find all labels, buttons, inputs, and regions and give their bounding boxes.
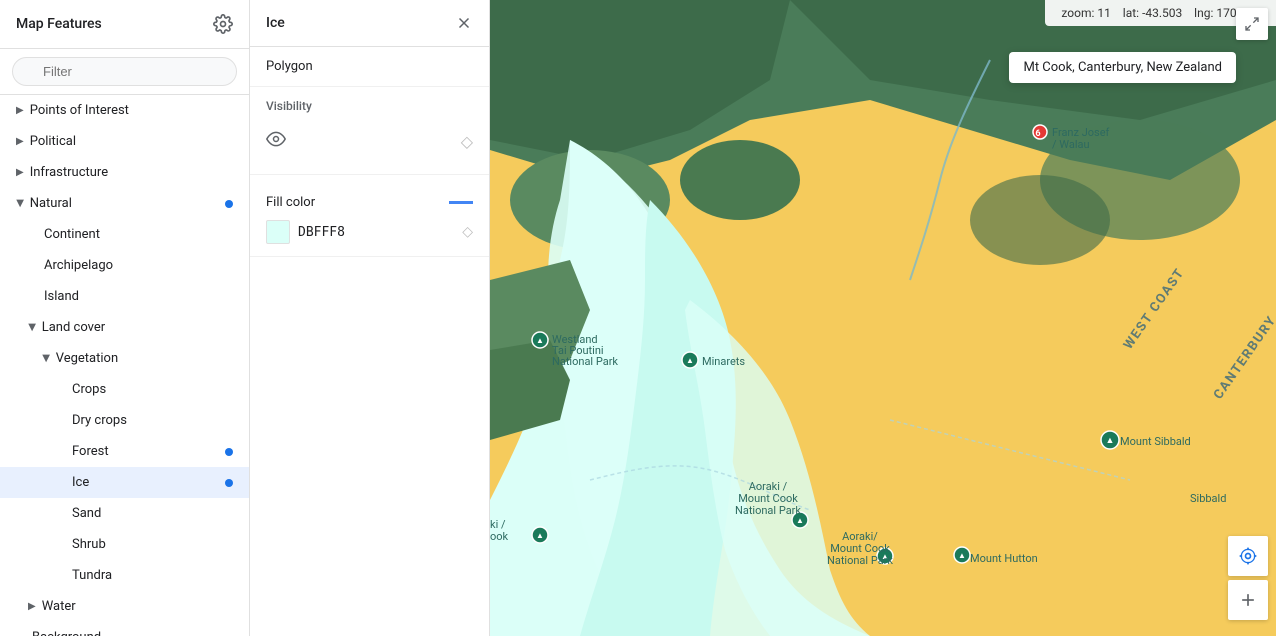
sidebar-item-vegetation[interactable]: ▶ Vegetation — [0, 343, 249, 374]
sidebar-header: Map Features — [0, 0, 249, 49]
map-tooltip: Mt Cook, Canterbury, New Zealand — [1009, 52, 1236, 83]
sidebar-item-sand[interactable]: Sand — [0, 498, 249, 529]
chevron-icon: ▶ — [40, 355, 51, 363]
filter-input[interactable] — [12, 57, 237, 86]
svg-text:▲: ▲ — [536, 336, 544, 345]
active-dot — [225, 479, 233, 487]
sidebar-item-infrastructure[interactable]: ▶ Infrastructure — [0, 157, 249, 188]
color-swatch-row[interactable]: DBFFF8 ◇ — [266, 220, 473, 244]
chevron-icon: ▶ — [16, 105, 24, 116]
svg-text:National Park: National Park — [552, 355, 618, 368]
visibility-label: Visibility — [266, 99, 473, 113]
sidebar-item-background[interactable]: Background — [0, 622, 249, 636]
sidebar-item-label: Dry crops — [72, 413, 233, 428]
sidebar-item-label: Water — [42, 599, 233, 614]
sidebar-item-label: Shrub — [72, 537, 233, 552]
sidebar-item-crops[interactable]: Crops — [0, 374, 249, 405]
diamond-visibility-icon[interactable]: ◇ — [461, 132, 473, 151]
sidebar-item-ice[interactable]: Ice — [0, 467, 249, 498]
sidebar-item-label: Land cover — [42, 320, 233, 335]
eye-icon[interactable] — [266, 129, 286, 154]
detail-header: Ice — [250, 0, 489, 47]
sidebar-item-archipelago[interactable]: Archipelago — [0, 250, 249, 281]
lat-value: -43.503 — [1142, 6, 1182, 20]
detail-panel: Ice Polygon Visibility ◇ Fill color DBFF… — [250, 0, 490, 636]
fill-color-section: Fill color DBFFF8 ◇ — [250, 175, 489, 257]
sidebar-item-label: Points of Interest — [30, 103, 233, 118]
sidebar-item-water[interactable]: ▶ Water — [0, 591, 249, 622]
nav-list: ▶ Points of Interest ▶ Political ▶ Infrastruc… — [0, 95, 249, 636]
svg-text:▲: ▲ — [958, 551, 966, 560]
svg-text:/ Walau: / Walau — [1052, 138, 1090, 151]
sidebar-item-label: Political — [30, 134, 233, 149]
diamond-fill-icon[interactable]: ◇ — [462, 224, 473, 240]
visibility-section: Visibility ◇ — [250, 87, 489, 175]
zoom-label: zoom: — [1061, 6, 1094, 20]
sidebar-item-label: Sand — [72, 506, 233, 521]
sidebar-item-land-cover[interactable]: ▶ Land cover — [0, 312, 249, 343]
zoom-in-button[interactable] — [1228, 580, 1268, 620]
sidebar-item-island[interactable]: Island — [0, 281, 249, 312]
lng-label: lng: — [1194, 6, 1213, 20]
svg-text:▲: ▲ — [796, 516, 804, 525]
chevron-icon: ▶ — [14, 200, 25, 208]
fill-color-label: Fill color — [266, 195, 441, 210]
color-hex-value: DBFFF8 — [298, 225, 345, 240]
zoom-value: 11 — [1097, 6, 1111, 20]
sidebar-item-label: Background — [32, 630, 233, 636]
svg-text:Mount Sibbald: Mount Sibbald — [1120, 435, 1191, 448]
active-dot — [225, 200, 233, 208]
svg-text:Mount Hutton: Mount Hutton — [970, 552, 1038, 565]
lat-label: lat: — [1123, 6, 1139, 20]
svg-text:6: 6 — [1035, 129, 1040, 139]
chevron-icon: ▶ — [16, 136, 24, 147]
filter-bar — [0, 49, 249, 95]
sidebar-item-label: Natural — [30, 196, 225, 211]
sidebar-item-label: Forest — [72, 444, 225, 459]
visibility-row: ◇ — [266, 121, 473, 162]
detail-title: Ice — [266, 15, 285, 31]
locate-button[interactable] — [1228, 536, 1268, 576]
svg-text:▲: ▲ — [686, 356, 694, 365]
sidebar: Map Features ▶ Points of Interest ▶ Politic… — [0, 0, 250, 636]
svg-text:▲: ▲ — [536, 531, 544, 540]
active-dot — [225, 448, 233, 456]
chevron-icon: ▶ — [16, 167, 24, 178]
sidebar-item-label: Ice — [72, 475, 225, 490]
svg-text:Minarets: Minarets — [702, 355, 745, 368]
polygon-section: Polygon — [250, 47, 489, 87]
polygon-label: Polygon — [266, 59, 473, 74]
sidebar-item-shrub[interactable]: Shrub — [0, 529, 249, 560]
sidebar-item-forest[interactable]: Forest — [0, 436, 249, 467]
sidebar-item-label: Tundra — [72, 568, 233, 583]
svg-text:▲: ▲ — [1106, 436, 1115, 446]
expand-map-button[interactable] — [1236, 8, 1268, 40]
sidebar-item-label: Continent — [44, 227, 233, 242]
sidebar-item-label: Archipelago — [44, 258, 233, 273]
sidebar-item-natural[interactable]: ▶ Natural — [0, 188, 249, 219]
close-button[interactable] — [455, 14, 473, 32]
chevron-icon: ▶ — [28, 601, 36, 612]
sidebar-item-points-of-interest[interactable]: ▶ Points of Interest — [0, 95, 249, 126]
color-swatch[interactable] — [266, 220, 290, 244]
map-area[interactable]: 6 Franz Josef / Walau ▲ Mount D'Archiac … — [490, 0, 1276, 636]
sidebar-item-political[interactable]: ▶ Political — [0, 126, 249, 157]
sidebar-item-tundra[interactable]: Tundra — [0, 560, 249, 591]
sidebar-item-label: Island — [44, 289, 233, 304]
chevron-icon: ▶ — [26, 324, 37, 332]
sidebar-title: Map Features — [16, 16, 102, 32]
svg-text:National Park: National Park — [827, 554, 893, 567]
sidebar-item-label: Infrastructure — [30, 165, 233, 180]
fill-color-row: Fill color — [266, 195, 473, 210]
svg-text:ook: ook — [490, 530, 509, 543]
gear-icon[interactable] — [213, 14, 233, 34]
map-svg: 6 Franz Josef / Walau ▲ Mount D'Archiac … — [490, 0, 1276, 636]
sidebar-item-label: Crops — [72, 382, 233, 397]
sidebar-item-continent[interactable]: Continent — [0, 219, 249, 250]
sidebar-item-dry-crops[interactable]: Dry crops — [0, 405, 249, 436]
sidebar-item-label: Vegetation — [56, 351, 233, 366]
svg-text:National Park: National Park — [735, 504, 801, 517]
fill-color-line — [449, 201, 473, 204]
svg-text:Sibbald: Sibbald — [1190, 492, 1226, 505]
